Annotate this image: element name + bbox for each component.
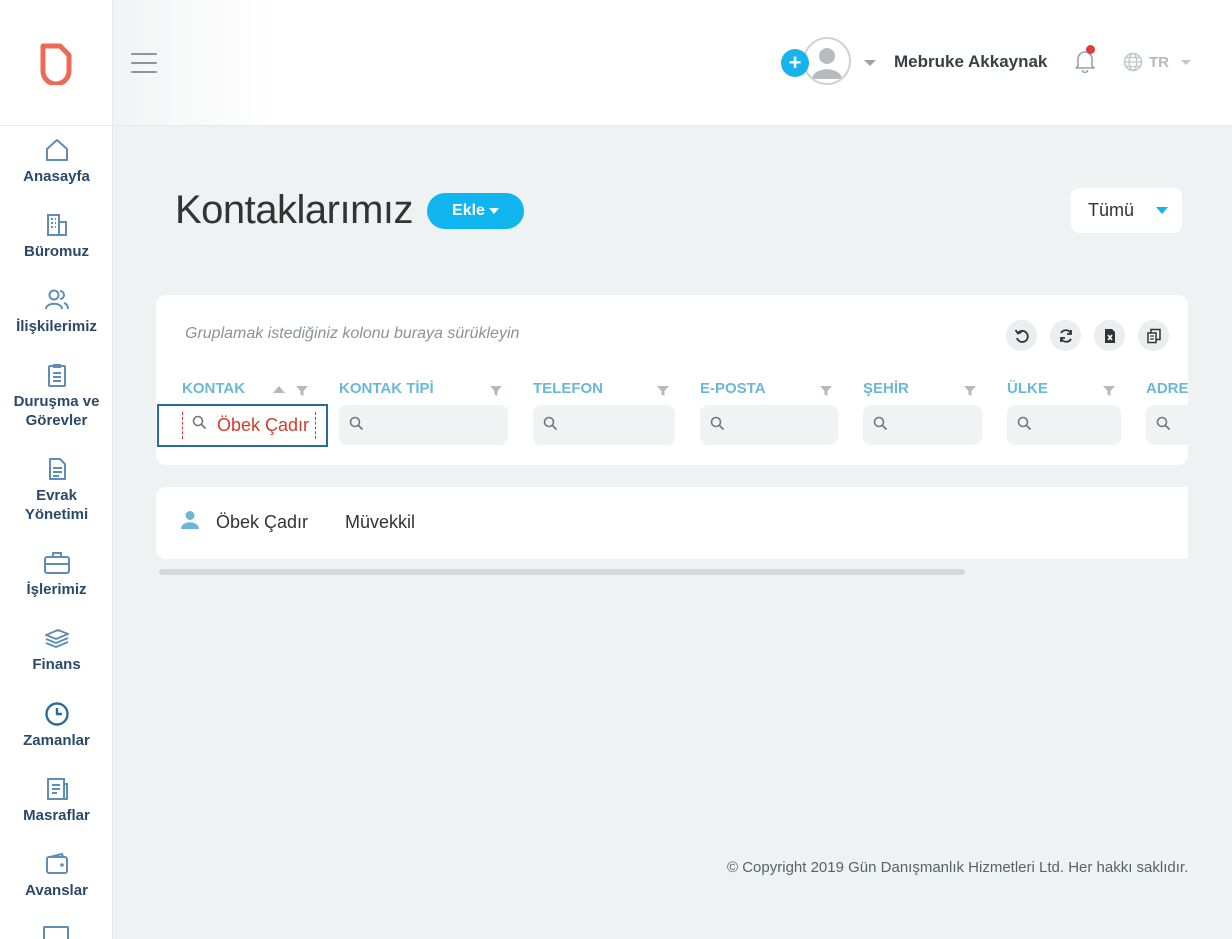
row-contact-type: Müvekkil	[345, 512, 416, 532]
receipt-icon	[46, 778, 68, 800]
language-selector[interactable]: TR	[1123, 52, 1191, 72]
globe-icon	[1123, 52, 1143, 72]
search-icon	[710, 416, 725, 431]
search-icon	[349, 416, 364, 431]
export-excel-button[interactable]	[1094, 320, 1125, 351]
group-panel-hint: Gruplamak istediğiniz kolonu buraya sürü…	[185, 325, 520, 342]
column-chooser-icon	[1146, 328, 1161, 343]
search-icon	[1017, 416, 1032, 431]
sort-ascending-icon[interactable]	[273, 386, 285, 393]
filter-input-sehir[interactable]	[863, 405, 982, 445]
document-icon	[48, 458, 66, 480]
menu-toggle-icon[interactable]	[131, 53, 157, 80]
reset-icon	[1014, 328, 1029, 343]
sidebar-item-anasayfa[interactable]: Anasayfa	[0, 137, 112, 186]
search-icon	[1156, 416, 1171, 431]
filter-icon[interactable]	[657, 385, 669, 397]
filter-icon[interactable]	[820, 385, 832, 397]
sidebar-item-masraflar[interactable]: Masraflar	[0, 776, 112, 825]
clock-icon	[44, 702, 69, 726]
column-chooser-button[interactable]	[1138, 320, 1169, 351]
sidebar-item-more[interactable]	[43, 926, 69, 939]
user-menu-caret-icon[interactable]	[864, 60, 876, 66]
horizontal-scrollbar[interactable]	[159, 569, 965, 575]
sidebar-item-label: Büromuz	[24, 243, 89, 260]
quick-add-button[interactable]: +	[781, 49, 809, 77]
sidebar: Anasayfa Büromuz İlişkilerimiz Duruşma v…	[0, 0, 113, 939]
filter-input-e-posta[interactable]	[700, 405, 838, 445]
app-logo-icon	[40, 43, 72, 85]
notification-dot	[1086, 45, 1095, 54]
sidebar-item-islerimiz[interactable]: İşlerimiz	[0, 550, 112, 599]
sidebar-item-avanslar[interactable]: Avanslar	[0, 851, 112, 900]
avatar[interactable]	[803, 37, 851, 85]
top-header: + Mebruke Akkaynak TR	[113, 0, 1232, 126]
column-header-kontak-tipi[interactable]: KONTAK TİPİ	[339, 380, 434, 397]
sidebar-item-label: Evrak Yönetimi	[24, 487, 89, 523]
username[interactable]: Mebruke Akkaynak	[894, 52, 1047, 72]
filter-input-adres[interactable]	[1146, 405, 1188, 445]
add-button-label: Ekle	[452, 202, 485, 219]
page-title: Kontaklarımız	[175, 188, 414, 232]
sidebar-item-iliskilerimiz[interactable]: İlişkilerimiz	[0, 287, 112, 336]
filter-icon[interactable]	[964, 385, 976, 397]
users-icon	[44, 289, 69, 310]
filter-icon[interactable]	[490, 385, 502, 397]
column-header-adres[interactable]: ADRES	[1146, 380, 1188, 397]
search-icon	[873, 416, 888, 431]
row-contact-name[interactable]: Öbek Çadır	[216, 512, 308, 533]
column-header-telefon[interactable]: TELEFON	[533, 380, 603, 397]
refresh-button[interactable]	[1050, 320, 1081, 351]
sidebar-item-label: İlişkilerimiz	[16, 318, 97, 335]
building-icon	[46, 214, 67, 236]
reset-layout-button[interactable]	[1006, 320, 1037, 351]
home-icon	[45, 139, 68, 161]
add-button[interactable]: Ekle	[427, 193, 524, 229]
filter-input-ulke[interactable]	[1007, 405, 1121, 445]
language-label: TR	[1149, 53, 1169, 71]
filter-input-telefon[interactable]	[533, 405, 675, 445]
refresh-icon	[1059, 328, 1072, 343]
column-header-kontak[interactable]: KONTAK	[182, 380, 245, 397]
search-icon	[192, 415, 207, 430]
filter-input-kontak[interactable]: Öbek Çadır	[157, 404, 328, 447]
sidebar-item-buromuz[interactable]: Büromuz	[0, 212, 112, 261]
chevron-down-icon	[488, 208, 499, 214]
sidebar-item-durusma[interactable]: Duruşma ve Görevler	[0, 362, 112, 430]
money-stack-icon	[44, 629, 69, 648]
wallet-icon	[45, 852, 68, 874]
filter-input-value: Öbek Çadır	[217, 415, 310, 435]
sidebar-item-label: Duruşma ve Görevler	[13, 393, 100, 429]
chevron-down-icon	[1156, 207, 1168, 214]
data-grid-header: Gruplamak istediğiniz kolonu buraya sürü…	[156, 295, 1188, 465]
table-row[interactable]: Öbek Çadır Müvekkil	[156, 487, 1188, 559]
user-avatar-icon	[812, 48, 842, 79]
scope-select-value: Tümü	[1088, 200, 1135, 220]
copyright-text: © Copyright 2019 Gün Danışmanlık Hizmetl…	[727, 859, 1189, 876]
column-header-e-posta[interactable]: E-POSTA	[700, 380, 766, 397]
person-icon	[181, 511, 199, 529]
briefcase-icon	[43, 552, 70, 574]
logo[interactable]	[0, 0, 112, 126]
sidebar-item-finans[interactable]: Finans	[0, 625, 112, 674]
sidebar-item-label: Finans	[32, 656, 81, 673]
sidebar-item-label: Zamanlar	[23, 732, 90, 749]
search-icon	[543, 416, 558, 431]
column-header-ulke[interactable]: ÜLKE	[1007, 380, 1048, 397]
filter-icon[interactable]	[1103, 385, 1115, 397]
clipboard-icon	[47, 364, 66, 387]
filter-input-kontak-tipi[interactable]	[339, 405, 508, 445]
column-header-sehir[interactable]: ŞEHİR	[863, 380, 909, 397]
language-caret-icon	[1181, 59, 1191, 65]
sidebar-item-label: Masraflar	[23, 807, 90, 824]
sidebar-item-label: Avanslar	[25, 882, 88, 899]
excel-export-icon	[1104, 328, 1115, 343]
sidebar-item-evrak[interactable]: Evrak Yönetimi	[0, 456, 112, 524]
scope-select[interactable]: Tümü	[1071, 188, 1182, 233]
sidebar-item-label: Anasayfa	[23, 168, 90, 185]
filter-icon[interactable]	[296, 385, 308, 397]
sidebar-item-label: İşlerimiz	[26, 581, 87, 598]
sidebar-item-zamanlar[interactable]: Zamanlar	[0, 701, 112, 750]
